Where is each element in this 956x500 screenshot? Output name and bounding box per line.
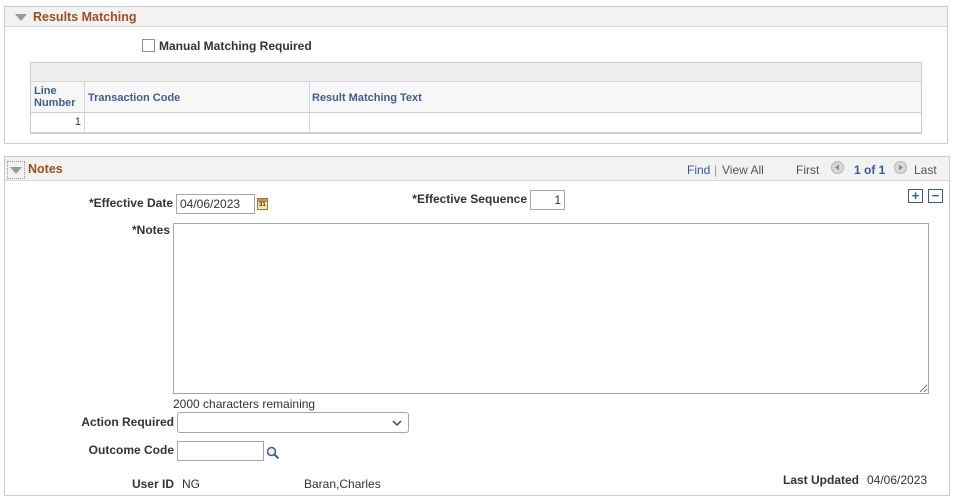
col-divider bbox=[309, 113, 310, 132]
user-id-label: User ID bbox=[131, 477, 174, 491]
collapse-icon[interactable] bbox=[15, 14, 27, 21]
manual-matching-checkbox[interactable] bbox=[142, 39, 155, 52]
manual-matching-label: Manual Matching Required bbox=[159, 39, 312, 53]
first-label: First bbox=[796, 163, 820, 177]
notes-label: *Notes bbox=[131, 223, 170, 237]
grid-header-row: Line Number Transaction Code Result Matc… bbox=[31, 82, 921, 113]
last-label: Last bbox=[914, 163, 937, 177]
last-updated-value: 04/06/2023 bbox=[867, 473, 928, 487]
col-transaction-code[interactable]: Transaction Code bbox=[88, 92, 180, 104]
results-matching-title: Results Matching bbox=[33, 10, 137, 24]
next-arrow-icon[interactable] bbox=[894, 161, 907, 174]
effective-date-label: *Effective Date bbox=[88, 196, 173, 210]
effective-date-input[interactable] bbox=[176, 194, 255, 214]
chevron-down-icon bbox=[392, 420, 402, 427]
results-matching-section: Results Matching Manual Matching Require… bbox=[4, 6, 948, 144]
search-icon[interactable] bbox=[266, 446, 280, 460]
add-row-button[interactable]: + bbox=[908, 189, 923, 203]
user-id-value: NG bbox=[182, 477, 200, 491]
row-result-text[interactable] bbox=[312, 116, 912, 130]
results-matching-header bbox=[5, 7, 947, 27]
user-name: Baran,Charles bbox=[304, 477, 381, 491]
prev-arrow-icon[interactable] bbox=[831, 161, 844, 174]
action-required-label: Action Required bbox=[81, 415, 174, 429]
find-link[interactable]: Find bbox=[687, 163, 710, 177]
col-divider bbox=[84, 113, 85, 132]
results-grid: Line Number Transaction Code Result Matc… bbox=[30, 62, 922, 134]
outcome-code-label: Outcome Code bbox=[88, 443, 174, 457]
row-transaction-code[interactable] bbox=[88, 116, 306, 130]
grid-title-bar bbox=[31, 63, 921, 82]
calendar-icon[interactable]: 31 bbox=[257, 198, 268, 210]
row-counter: 1 of 1 bbox=[854, 163, 886, 177]
col-divider bbox=[309, 82, 310, 112]
col-line-number[interactable]: Line Number bbox=[34, 85, 76, 109]
outcome-code-input[interactable] bbox=[177, 441, 264, 461]
effective-sequence-label: *Effective Sequence bbox=[412, 192, 527, 206]
row-line-number: 1 bbox=[74, 116, 81, 128]
collapse-icon bbox=[10, 167, 22, 174]
col-line-1: Line bbox=[34, 85, 57, 97]
effective-sequence-input[interactable] bbox=[530, 190, 565, 210]
notes-title: Notes bbox=[28, 162, 63, 176]
table-row: 1 bbox=[31, 113, 921, 133]
collapse-icon-box[interactable] bbox=[7, 161, 25, 179]
view-all-link[interactable]: View All bbox=[722, 163, 764, 177]
action-required-select[interactable] bbox=[177, 412, 409, 433]
col-divider bbox=[84, 82, 85, 112]
col-result-matching-text[interactable]: Result Matching Text bbox=[312, 92, 422, 104]
notes-textarea[interactable] bbox=[173, 223, 929, 394]
last-updated-label: Last Updated bbox=[782, 473, 859, 487]
delete-row-button[interactable]: − bbox=[928, 189, 943, 203]
nav-separator: | bbox=[714, 163, 718, 177]
col-line-2: Number bbox=[34, 97, 76, 109]
chars-remaining: 2000 characters remaining bbox=[173, 397, 316, 411]
